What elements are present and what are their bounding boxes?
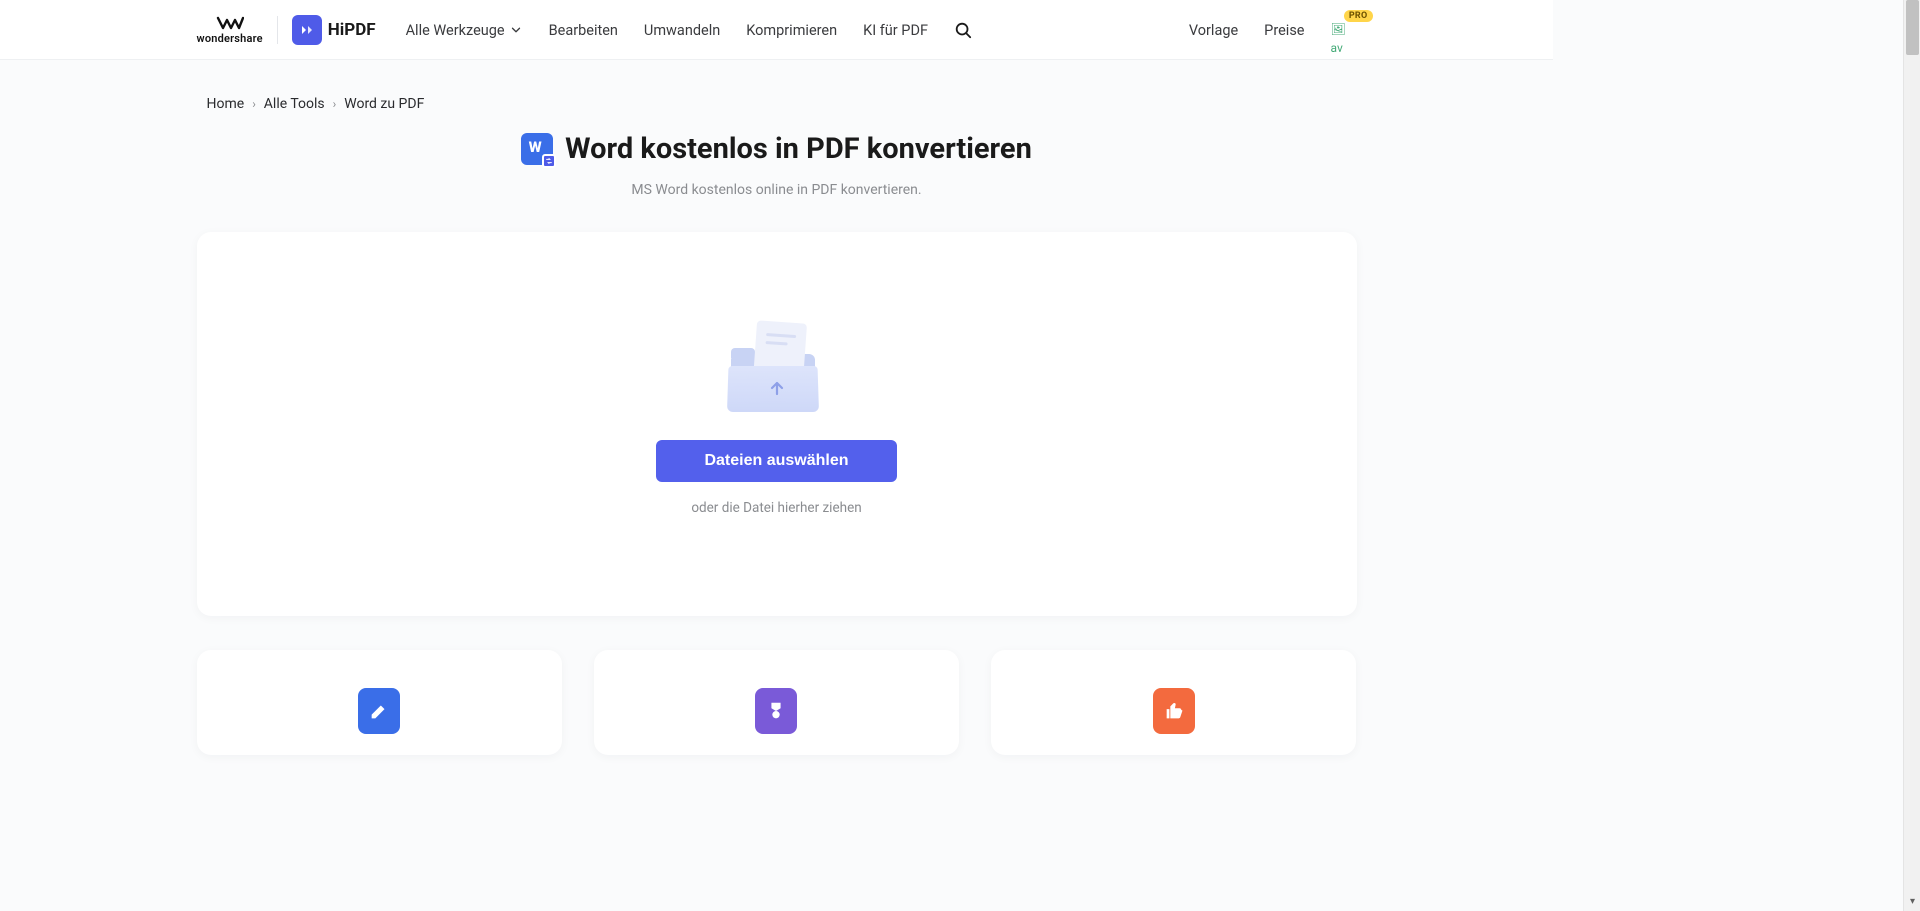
- nav-compress[interactable]: Komprimieren: [746, 22, 837, 39]
- scrollbar[interactable]: ▾: [1903, 0, 1920, 911]
- nav-edit-label: Bearbeiten: [549, 22, 618, 39]
- breadcrumb: Home › Alle Tools › Word zu PDF: [197, 60, 1357, 124]
- chevron-down-icon: [509, 23, 523, 37]
- avatar-alt-text: av: [1331, 41, 1343, 55]
- title-section: W Word kostenlos in PDF konvertieren MS …: [0, 132, 1553, 198]
- nav-all-tools-label: Alle Werkzeuge: [406, 22, 505, 39]
- hipdf-logo[interactable]: HiPDF: [292, 15, 376, 45]
- pro-badge: PRO: [1344, 10, 1373, 22]
- feature-card-quality: [594, 650, 959, 755]
- features-row: [197, 650, 1357, 755]
- nav-edit[interactable]: Bearbeiten: [549, 22, 618, 39]
- page-title: Word kostenlos in PDF konvertieren: [565, 132, 1032, 166]
- w-letter-icon: W: [529, 138, 542, 156]
- wondershare-text: wondershare: [197, 32, 263, 45]
- nav-all-tools[interactable]: Alle Werkzeuge: [406, 22, 523, 39]
- thumbs-up-feature-icon: [1153, 688, 1195, 734]
- scrollbar-thumb[interactable]: [1906, 0, 1919, 55]
- nav-pricing[interactable]: Preise: [1264, 22, 1304, 39]
- breadcrumb-sep-icon: ›: [333, 97, 337, 111]
- breadcrumb-home[interactable]: Home: [207, 96, 245, 112]
- upload-arrow-icon: [767, 378, 787, 398]
- avatar-broken-icon: 🖼av: [1331, 22, 1346, 55]
- choose-files-button[interactable]: Dateien auswählen: [656, 440, 896, 482]
- medal-feature-icon: [755, 688, 797, 734]
- nav-template[interactable]: Vorlage: [1189, 22, 1238, 39]
- nav-template-label: Vorlage: [1189, 22, 1238, 39]
- scrollbar-arrow-down-icon[interactable]: ▾: [1904, 894, 1920, 909]
- breadcrumb-current: Word zu PDF: [344, 96, 424, 112]
- convert-corner-icon: [542, 154, 556, 168]
- header-inner: wondershare HiPDF Alle Werkzeuge Bearbei…: [177, 0, 1377, 60]
- search-icon[interactable]: [954, 21, 972, 39]
- header: wondershare HiPDF Alle Werkzeuge Bearbei…: [0, 0, 1553, 60]
- wondershare-mark-icon: [216, 16, 244, 30]
- upload-card[interactable]: Dateien auswählen oder die Datei hierher…: [197, 232, 1357, 616]
- nav-convert-label: Umwandeln: [644, 22, 720, 39]
- logo-divider: [277, 16, 278, 44]
- breadcrumb-all-tools[interactable]: Alle Tools: [264, 96, 325, 112]
- nav-ai-pdf[interactable]: KI für PDF: [863, 22, 928, 39]
- nav-convert[interactable]: Umwandeln: [644, 22, 720, 39]
- page-subtitle: MS Word kostenlos online in PDF konverti…: [0, 182, 1553, 198]
- nav-ai-pdf-label: KI für PDF: [863, 22, 928, 39]
- logo-group: wondershare HiPDF: [197, 15, 376, 45]
- nav-compress-label: Komprimieren: [746, 22, 837, 39]
- word-to-pdf-icon: W: [521, 133, 553, 165]
- hipdf-text: HiPDF: [328, 20, 376, 40]
- breadcrumb-sep-icon: ›: [252, 97, 256, 111]
- drag-hint: oder die Datei hierher ziehen: [237, 500, 1317, 516]
- feature-card-easy: [991, 650, 1356, 755]
- feature-card-edit: [197, 650, 562, 755]
- hipdf-badge-icon: [292, 15, 322, 45]
- edit-feature-icon: [358, 688, 400, 734]
- upload-illustration-icon: [727, 322, 827, 412]
- avatar[interactable]: 🖼av PRO: [1331, 18, 1357, 42]
- title-row: W Word kostenlos in PDF konvertieren: [0, 132, 1553, 166]
- wondershare-logo[interactable]: wondershare: [197, 16, 263, 45]
- nav-pricing-label: Preise: [1264, 22, 1304, 39]
- main-nav: Alle Werkzeuge Bearbeiten Umwandeln Komp…: [406, 21, 972, 39]
- header-right: Vorlage Preise 🖼av PRO: [1189, 18, 1357, 42]
